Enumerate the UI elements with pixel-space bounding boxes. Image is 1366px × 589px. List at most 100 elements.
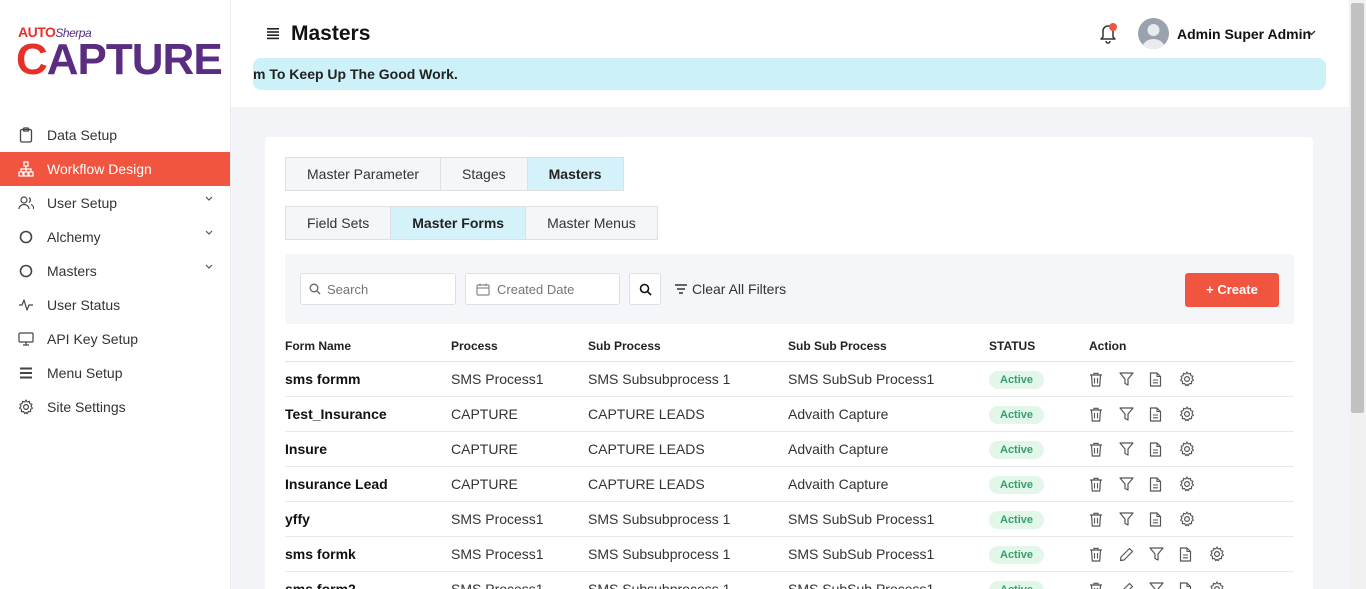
- user-name[interactable]: Admin Super Admin: [1177, 26, 1311, 42]
- clear-filters-button[interactable]: Clear All Filters: [675, 281, 786, 297]
- form-name-cell: sms form2: [285, 581, 356, 589]
- page-scrollbar[interactable]: [1349, 0, 1366, 589]
- process-cell: CAPTURE: [451, 406, 518, 422]
- sidebar-item-user-setup[interactable]: User Setup: [0, 186, 230, 220]
- tab-field-sets[interactable]: Field Sets: [285, 206, 392, 240]
- column-header-form-name[interactable]: Form Name: [285, 339, 451, 353]
- sidebar-item-user-status[interactable]: User Status: [0, 288, 230, 322]
- table-row[interactable]: sms formm SMS Process1 SMS Subsubprocess 1…: [285, 362, 1294, 397]
- tab-stages[interactable]: Stages: [440, 157, 528, 191]
- sub-sub-process-cell: SMS SubSub Process1: [788, 581, 935, 589]
- avatar[interactable]: [1138, 18, 1169, 49]
- sidebar-item-label: API Key Setup: [47, 331, 139, 347]
- created-date-field[interactable]: [465, 273, 620, 305]
- logo-capture: CAPTURE: [16, 35, 223, 84]
- tab-master-forms[interactable]: Master Forms: [390, 206, 527, 240]
- table-row[interactable]: Insure CAPTURE CAPTURE LEADS Advaith Captur…: [285, 432, 1294, 467]
- table-body: sms formm SMS Process1 SMS Subsubprocess 1…: [285, 362, 1294, 589]
- sidebar-item-masters[interactable]: Masters: [0, 254, 230, 288]
- status-badge: Active: [989, 510, 1045, 529]
- gear-icon[interactable]: [1209, 580, 1239, 589]
- gear-icon[interactable]: [1179, 475, 1209, 493]
- monitor-icon: [17, 330, 35, 348]
- status-cell: Active: [989, 545, 1089, 564]
- search-input[interactable]: [327, 281, 447, 297]
- sidebar-item-label: User Status: [47, 297, 121, 313]
- pencil-icon[interactable]: [1119, 545, 1149, 563]
- tab-master-menus[interactable]: Master Menus: [525, 206, 658, 240]
- menu-toggle-icon[interactable]: [266, 26, 280, 40]
- column-header-status[interactable]: STATUS: [989, 339, 1089, 353]
- filter-icon[interactable]: [1119, 440, 1149, 458]
- sidebar: AUTOSherpa CAPTURE Data Setup Workflow De…: [0, 0, 231, 589]
- sidebar-nav: Data Setup Workflow Design User Setup Alche…: [0, 118, 230, 424]
- chevron-down-icon[interactable]: [205, 264, 213, 270]
- tab-master-parameter[interactable]: Master Parameter: [285, 157, 442, 191]
- gear-icon[interactable]: [1179, 405, 1209, 423]
- column-header-action[interactable]: Action: [1089, 339, 1289, 353]
- action-cell: [1089, 405, 1289, 423]
- sidebar-item-label: Alchemy: [47, 229, 101, 245]
- document-icon[interactable]: [1179, 580, 1209, 589]
- create-button[interactable]: + Create: [1185, 273, 1279, 307]
- document-icon[interactable]: [1149, 475, 1179, 493]
- document-icon[interactable]: [1149, 510, 1179, 528]
- trash-icon[interactable]: [1089, 475, 1119, 493]
- filter-bar: Clear All Filters + Create: [285, 254, 1294, 324]
- action-cell: [1089, 545, 1289, 563]
- scrollbar-thumb[interactable]: [1351, 3, 1364, 413]
- sidebar-item-alchemy[interactable]: Alchemy: [0, 220, 230, 254]
- sidebar-item-workflow-design[interactable]: Workflow Design: [0, 152, 230, 186]
- sidebar-item-label: Workflow Design: [47, 161, 152, 177]
- trash-icon[interactable]: [1089, 580, 1119, 589]
- trash-icon[interactable]: [1089, 370, 1119, 388]
- process-cell: SMS Process1: [451, 511, 544, 527]
- column-header-sub-process[interactable]: Sub Process: [588, 339, 788, 353]
- tab-masters[interactable]: Masters: [526, 157, 624, 191]
- sub-process-cell: SMS Subsubprocess 1: [588, 546, 731, 562]
- app-logo[interactable]: AUTOSherpa CAPTURE: [16, 22, 223, 86]
- trash-icon[interactable]: [1089, 440, 1119, 458]
- document-icon[interactable]: [1149, 370, 1179, 388]
- trash-icon[interactable]: [1089, 405, 1119, 423]
- filter-icon[interactable]: [1149, 580, 1179, 589]
- pencil-icon[interactable]: [1119, 580, 1149, 589]
- document-icon[interactable]: [1149, 440, 1179, 458]
- document-icon[interactable]: [1179, 545, 1209, 563]
- status-cell: Active: [989, 475, 1089, 494]
- chevron-down-icon[interactable]: [1307, 30, 1316, 36]
- chevron-down-icon[interactable]: [205, 196, 213, 202]
- column-header-process[interactable]: Process: [451, 339, 588, 353]
- created-date-input[interactable]: [497, 281, 617, 297]
- clipboard-icon: [17, 126, 35, 144]
- document-icon[interactable]: [1149, 405, 1179, 423]
- table-row[interactable]: sms formk SMS Process1 SMS Subsubprocess 1…: [285, 537, 1294, 572]
- trash-icon[interactable]: [1089, 545, 1119, 563]
- filter-icon[interactable]: [1119, 370, 1149, 388]
- filter-icon[interactable]: [1119, 510, 1149, 528]
- gear-icon[interactable]: [1179, 510, 1209, 528]
- gear-icon[interactable]: [1209, 545, 1239, 563]
- filter-icon[interactable]: [1119, 405, 1149, 423]
- gear-icon[interactable]: [1179, 370, 1209, 388]
- table-row[interactable]: Insurance Lead CAPTURE CAPTURE LEADS Advait…: [285, 467, 1294, 502]
- search-button[interactable]: [629, 273, 661, 305]
- chevron-down-icon[interactable]: [205, 230, 213, 236]
- table-row[interactable]: sms form2 SMS Process1 SMS Subsubprocess 1…: [285, 572, 1294, 589]
- table-row[interactable]: yffy SMS Process1 SMS Subsubprocess 1 SMS S…: [285, 502, 1294, 537]
- sidebar-item-menu-setup[interactable]: Menu Setup: [0, 356, 230, 390]
- trash-icon[interactable]: [1089, 510, 1119, 528]
- sidebar-item-site-settings[interactable]: Site Settings: [0, 390, 230, 424]
- form-name-cell: sms formm: [285, 371, 361, 387]
- status-cell: Active: [989, 370, 1089, 389]
- sidebar-item-api-key-setup[interactable]: API Key Setup: [0, 322, 230, 356]
- filter-icon[interactable]: [1149, 545, 1179, 563]
- filter-icon[interactable]: [1119, 475, 1149, 493]
- action-cell: [1089, 580, 1289, 589]
- table-row[interactable]: Test_Insurance CAPTURE CAPTURE LEADS Advait…: [285, 397, 1294, 432]
- sidebar-item-data-setup[interactable]: Data Setup: [0, 118, 230, 152]
- gear-icon[interactable]: [1179, 440, 1209, 458]
- search-field[interactable]: [300, 273, 456, 305]
- page-title: Masters: [291, 22, 371, 45]
- column-header-sub-sub-process[interactable]: Sub Sub Process: [788, 339, 989, 353]
